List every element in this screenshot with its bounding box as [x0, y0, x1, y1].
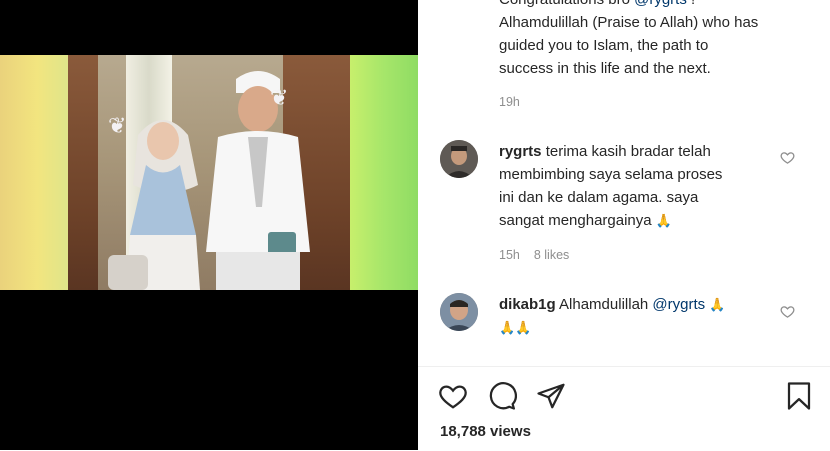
praying-hands-emoji: 🙏🙏 [499, 320, 532, 335]
view-count[interactable]: 18,788 views [440, 423, 531, 440]
butterfly-icon: ❦ [270, 85, 289, 110]
comment-line-text: ! [687, 0, 695, 8]
comment-line-text: terima kasih bradar telah [545, 143, 711, 160]
heart-icon[interactable] [780, 304, 795, 319]
comment-line: membimbing saya selama proses [499, 166, 723, 183]
mention-link[interactable]: @rygrts [652, 296, 705, 313]
comment-line: dikab1g Alhamdulillah @rygrts 🙏 [499, 293, 789, 316]
heart-icon[interactable] [780, 150, 795, 165]
heart-icon[interactable] [438, 381, 468, 411]
avatar-image [440, 140, 478, 178]
post-media: ❦ ❦ [0, 0, 418, 450]
comment-line: rygrts terima kasih bradar telah [499, 140, 789, 163]
butterfly-icon: ❦ [108, 113, 127, 138]
photo-scene [68, 55, 350, 290]
bookmark-icon[interactable] [784, 381, 814, 411]
comment-line-text: Alhamdulillah [559, 296, 653, 313]
man-figure [206, 71, 310, 290]
mention-link[interactable]: @rygrts [634, 0, 687, 8]
avatar-image [440, 293, 478, 331]
comment-likes[interactable]: 8 likes [534, 248, 569, 262]
comment-line: guided you to Islam, the path to [499, 37, 709, 54]
comment-line-text: sangat menghargainya [499, 212, 652, 229]
username[interactable]: rygrts [499, 143, 542, 160]
share-icon[interactable] [536, 381, 566, 411]
comments-panel: Congratulations bro @rygrts ! Alhamdulil… [418, 0, 830, 451]
username[interactable]: dikab1g [499, 296, 556, 313]
comment-time[interactable]: 19h [499, 95, 520, 109]
comment-line: sangat menghargainya 🙏 [499, 209, 789, 232]
comment-line: Alhamdulillah (Praise to Allah) who has [499, 14, 759, 31]
avatar[interactable] [440, 293, 478, 331]
comment-line: ini dan ke dalam agama. saya [499, 189, 699, 206]
comment-icon[interactable] [487, 381, 517, 411]
yellow-frame-strip [0, 55, 68, 290]
comment-line: Congratulations bro @rygrts ! [499, 0, 819, 11]
comment-text: dikab1g Alhamdulillah @rygrts 🙏 🙏🙏 [499, 293, 789, 339]
comment-meta: 19h [499, 95, 520, 109]
post-photo[interactable]: ❦ ❦ [0, 55, 418, 290]
green-frame-strip [350, 55, 418, 290]
door-left [68, 55, 98, 290]
comment-line: success in this life and the next. [499, 60, 711, 77]
action-bar: 18,788 views [418, 366, 830, 451]
comment-text: Congratulations bro @rygrts ! Alhamdulil… [499, 0, 819, 80]
praying-hands-emoji: 🙏 [709, 297, 726, 312]
comment-time[interactable]: 15h [499, 248, 520, 262]
comment-text: rygrts terima kasih bradar telah membimb… [499, 140, 789, 232]
comment-line-text: Congratulations bro [499, 0, 634, 8]
comment-line: 🙏🙏 [499, 316, 789, 339]
praying-hands-emoji: 🙏 [655, 213, 672, 228]
avatar[interactable] [440, 140, 478, 178]
comment-meta: 15h 8 likes [499, 248, 569, 262]
